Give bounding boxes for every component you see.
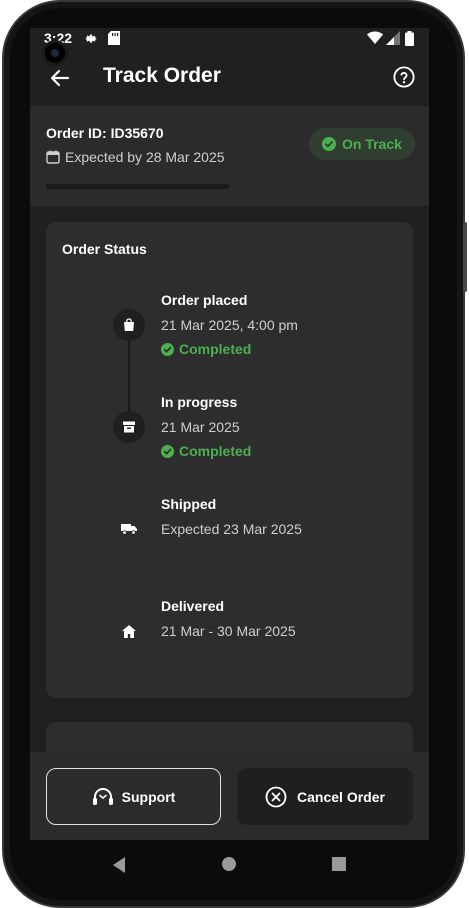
nav-home-icon[interactable]	[221, 856, 237, 872]
sd-card-icon	[108, 31, 120, 45]
step-title: Delivered	[161, 598, 225, 614]
app-screen: 3:22 Track Order Order ID: ID35670 Expec…	[30, 28, 429, 840]
battery-icon	[405, 31, 414, 46]
check-circle-icon	[161, 444, 174, 458]
step-date: 21 Mar 2025, 4:00 pm	[161, 317, 298, 333]
calendar-icon	[46, 150, 60, 164]
timeline-step: Shipped Expected 23 Mar 2025	[46, 488, 413, 588]
step-date: 21 Mar 2025	[161, 419, 240, 435]
expected-date: Expected by 28 Mar 2025	[46, 149, 225, 165]
status-badge-label: On Track	[342, 136, 402, 152]
shopping-bag-icon	[124, 318, 134, 331]
gear-icon	[85, 34, 97, 43]
step-state: Completed	[161, 341, 251, 357]
step-icon-container	[113, 513, 145, 545]
order-id: Order ID: ID35670	[46, 125, 164, 141]
step-icon-container	[113, 615, 145, 647]
headset-icon	[92, 787, 113, 805]
wifi-icon	[367, 31, 383, 44]
timeline-step: Order placed 21 Mar 2025, 4:00 pm Comple…	[46, 284, 413, 384]
step-title: In progress	[161, 394, 238, 410]
truck-icon	[121, 524, 137, 535]
step-title: Shipped	[161, 496, 217, 512]
order-status-card: Order Status Order placed 21 Mar 2025, 4…	[46, 222, 413, 698]
signal-icon	[386, 31, 400, 45]
order-summary: Order ID: ID35670 Expected by 28 Mar 202…	[30, 106, 429, 206]
step-date: Expected 23 Mar 2025	[161, 521, 302, 537]
nav-back-icon[interactable]	[111, 856, 127, 874]
step-icon-container	[113, 411, 145, 443]
power-button	[463, 222, 467, 292]
step-date: 21 Mar - 30 Mar 2025	[161, 623, 296, 639]
cancel-button-label: Cancel Order	[297, 788, 385, 805]
step-state: Completed	[161, 443, 251, 459]
help-icon[interactable]	[393, 66, 415, 88]
nav-recents-icon[interactable]	[331, 856, 347, 872]
timeline-step: Delivered 21 Mar - 30 Mar 2025	[46, 590, 413, 690]
step-title: Order placed	[161, 292, 248, 308]
check-circle-icon	[322, 137, 336, 151]
step-state-label: Completed	[179, 443, 252, 459]
order-progress-bar	[46, 184, 229, 189]
back-arrow-icon[interactable]	[46, 64, 74, 92]
system-navigation-bar	[30, 840, 429, 892]
page-title: Track Order	[103, 64, 221, 87]
bottom-action-bar: Support Cancel Order	[30, 752, 429, 840]
support-button-label: Support	[121, 788, 176, 805]
home-icon	[122, 624, 136, 638]
expected-date-text: Expected by 28 Mar 2025	[65, 149, 225, 165]
status-badge: On Track	[309, 128, 415, 160]
order-status-title: Order Status	[62, 241, 147, 257]
cancel-order-button[interactable]: Cancel Order	[237, 768, 413, 825]
step-icon-container	[113, 309, 145, 341]
archive-box-icon	[123, 421, 135, 433]
status-bar: 3:22	[30, 28, 429, 66]
cancel-circle-icon	[265, 786, 287, 807]
support-button[interactable]: Support	[46, 768, 221, 825]
check-circle-icon	[161, 342, 174, 356]
step-state-label: Completed	[179, 341, 252, 357]
app-bar: Track Order	[30, 50, 429, 106]
timeline-step: In progress 21 Mar 2025 Completed	[46, 386, 413, 486]
